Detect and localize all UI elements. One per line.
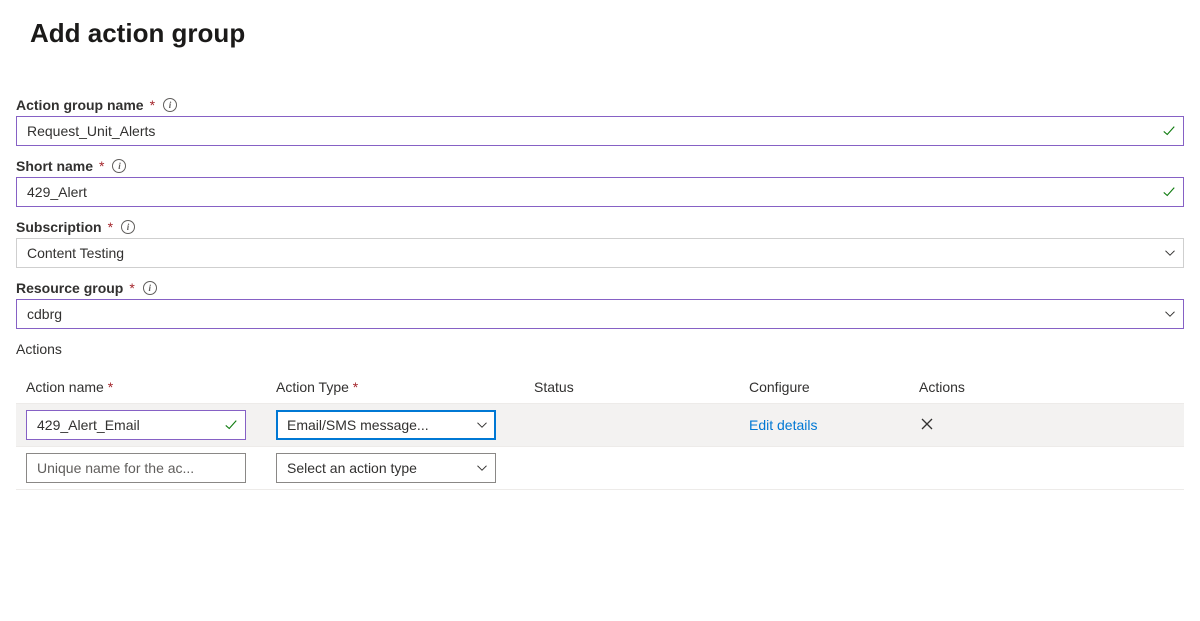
info-icon[interactable]	[112, 159, 126, 173]
col-header-actions: Actions	[909, 371, 1184, 404]
col-header-status: Status	[524, 371, 739, 404]
info-icon[interactable]	[143, 281, 157, 295]
field-subscription: Subscription * Content Testing	[16, 219, 1184, 268]
required-star: *	[129, 280, 134, 296]
field-resource-group: Resource group * cdbrg	[16, 280, 1184, 329]
required-star: *	[150, 97, 155, 113]
input-action-group-name[interactable]	[16, 116, 1184, 146]
action-configure-cell	[739, 447, 909, 490]
label-short-name: Short name	[16, 158, 93, 174]
col-header-action-type: Action Type	[266, 371, 524, 404]
action-type-select[interactable]: Select an action type	[276, 453, 496, 483]
action-row: Email/SMS message... Edit details	[16, 404, 1184, 447]
required-star: *	[108, 219, 113, 235]
action-name-input[interactable]	[26, 410, 246, 440]
action-status-cell	[524, 447, 739, 490]
action-type-select[interactable]: Email/SMS message...	[276, 410, 496, 440]
action-row: Select an action type	[16, 447, 1184, 490]
label-action-group-name: Action group name	[16, 97, 144, 113]
select-resource-group[interactable]: cdbrg	[16, 299, 1184, 329]
field-action-group-name: Action group name *	[16, 97, 1184, 146]
field-short-name: Short name *	[16, 158, 1184, 207]
delete-action-button[interactable]	[919, 416, 935, 432]
col-header-configure: Configure	[739, 371, 909, 404]
action-actions-cell	[909, 447, 1184, 490]
select-subscription[interactable]: Content Testing	[16, 238, 1184, 268]
label-subscription: Subscription	[16, 219, 102, 235]
action-name-input[interactable]	[26, 453, 246, 483]
input-short-name[interactable]	[16, 177, 1184, 207]
edit-details-link[interactable]: Edit details	[749, 417, 817, 433]
action-status-cell	[524, 404, 739, 447]
actions-heading: Actions	[16, 341, 1184, 357]
info-icon[interactable]	[163, 98, 177, 112]
required-star: *	[99, 158, 104, 174]
label-resource-group: Resource group	[16, 280, 123, 296]
actions-table: Action name Action Type Status Configure…	[16, 371, 1184, 490]
col-header-action-name: Action name	[16, 371, 266, 404]
page-title: Add action group	[30, 18, 1184, 49]
info-icon[interactable]	[121, 220, 135, 234]
